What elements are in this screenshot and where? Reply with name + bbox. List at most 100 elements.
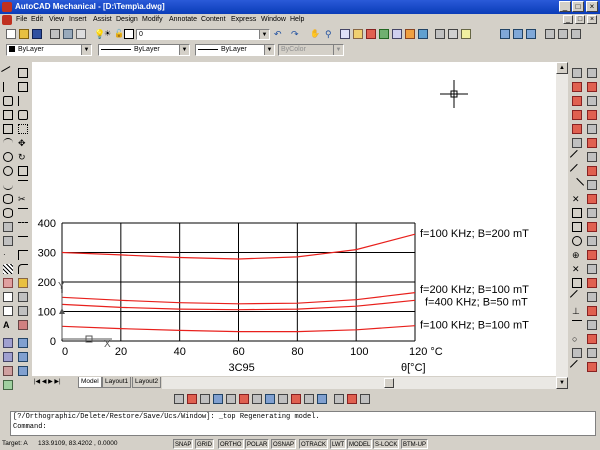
- dim-aligned-icon[interactable]: [572, 96, 582, 106]
- explode-icon[interactable]: [18, 278, 28, 288]
- calculator-icon[interactable]: [418, 29, 428, 39]
- menu-insert[interactable]: Insert: [69, 14, 87, 26]
- stretch-icon[interactable]: [18, 180, 28, 190]
- bottom-icon-9[interactable]: [278, 394, 288, 404]
- dim-diameter-icon[interactable]: [572, 124, 582, 134]
- bottom-icon-13[interactable]: [334, 394, 344, 404]
- close-button[interactable]: ×: [586, 1, 598, 12]
- menu-express[interactable]: Express: [231, 14, 256, 26]
- bottom-icon-3[interactable]: [200, 394, 210, 404]
- bottom-icon-14[interactable]: [347, 394, 357, 404]
- grid-toggle[interactable]: GRID: [195, 439, 214, 449]
- arc-icon[interactable]: [3, 138, 13, 148]
- ellipse-arc-icon[interactable]: [3, 208, 13, 218]
- vertical-scrollbar[interactable]: ▲ ▼: [556, 62, 568, 389]
- pan-realtime-icon[interactable]: ✋: [310, 29, 320, 39]
- mech-right-icon-21[interactable]: [587, 348, 597, 358]
- sun-icon[interactable]: ☀: [104, 29, 114, 39]
- quick-leader-icon[interactable]: [569, 163, 585, 179]
- polar-toggle[interactable]: POLAR: [245, 439, 270, 449]
- center-mark-icon[interactable]: ✕: [572, 194, 582, 204]
- menu-assist[interactable]: Assist: [93, 14, 112, 26]
- mech-modify-icon-5[interactable]: [18, 352, 28, 362]
- bottom-icon-11[interactable]: [304, 394, 314, 404]
- snap-icon-10[interactable]: ○: [572, 334, 582, 344]
- erase-icon[interactable]: [18, 68, 28, 78]
- menu-view[interactable]: View: [49, 14, 64, 26]
- scroll-down-icon[interactable]: ▼: [556, 377, 568, 389]
- polyline-icon[interactable]: [3, 96, 13, 106]
- mech-right-icon-1[interactable]: [587, 68, 597, 78]
- mech-modify-icon-4[interactable]: [18, 338, 28, 348]
- mech-right-icon-16[interactable]: [587, 278, 597, 288]
- mech-right-icon-15[interactable]: [587, 264, 597, 274]
- menu-window[interactable]: Window: [261, 14, 286, 26]
- new-file-icon[interactable]: [6, 29, 16, 39]
- offset-icon[interactable]: [18, 110, 28, 120]
- layout-icon-1[interactable]: [500, 29, 510, 39]
- otrack-toggle[interactable]: OTRACK: [299, 439, 329, 449]
- move-icon[interactable]: ✥: [18, 138, 28, 148]
- snap-icon-2[interactable]: [572, 222, 582, 232]
- polygon-icon[interactable]: [3, 110, 13, 120]
- markup-icon[interactable]: [405, 29, 415, 39]
- bottom-icon-2[interactable]: [187, 394, 197, 404]
- mech-right-icon-18[interactable]: [587, 306, 597, 316]
- redo-icon[interactable]: ↷: [291, 29, 301, 39]
- lightbulb-icon[interactable]: 💡: [94, 29, 105, 39]
- lineweight-dropdown[interactable]: ByLayer ▼: [195, 44, 275, 56]
- snap-icon-1[interactable]: [572, 208, 582, 218]
- dim-radius-icon[interactable]: [572, 110, 582, 120]
- point-icon[interactable]: ·: [3, 250, 13, 260]
- horizontal-scrollbar[interactable]: [162, 377, 556, 389]
- osnap-endpoint-icon[interactable]: [572, 68, 582, 78]
- menu-annotate[interactable]: Annotate: [169, 14, 197, 26]
- mech-right-icon-5[interactable]: [587, 124, 597, 134]
- help-icon[interactable]: [461, 29, 471, 39]
- mech-right-icon-13[interactable]: [587, 236, 597, 246]
- construction-line-icon[interactable]: [3, 82, 13, 92]
- mech-right-icon-19[interactable]: [587, 320, 597, 330]
- mech-right-icon-9[interactable]: [587, 180, 597, 190]
- mech-right-icon-7[interactable]: [587, 152, 597, 162]
- linetype-dropdown[interactable]: ByLayer ▼: [98, 44, 190, 56]
- command-window[interactable]: [?/Orthographic/Delete/Restore/Save/Ucs/…: [10, 411, 596, 436]
- mech-right-icon-17[interactable]: [587, 292, 597, 302]
- bottom-icon-5[interactable]: [226, 394, 236, 404]
- scroll-up-icon[interactable]: ▲: [556, 62, 568, 74]
- undo-icon[interactable]: ↶: [274, 29, 284, 39]
- chamfer-icon[interactable]: [18, 250, 28, 260]
- snap-icon-4[interactable]: ⊕: [572, 250, 582, 260]
- plotstyle-dropdown[interactable]: ByColor ▼: [278, 44, 344, 56]
- snap-icon-11[interactable]: [572, 348, 582, 358]
- zoom-window-icon[interactable]: [340, 29, 350, 39]
- join-icon[interactable]: [18, 236, 28, 246]
- fillet-icon[interactable]: [18, 264, 28, 274]
- mech-icon-2[interactable]: [3, 352, 13, 362]
- mech-right-icon-20[interactable]: [587, 334, 597, 344]
- mech-right-icon-4[interactable]: [587, 110, 597, 120]
- menu-help[interactable]: Help: [290, 14, 304, 26]
- tool-palette-icon[interactable]: [379, 29, 389, 39]
- menu-modify[interactable]: Modify: [142, 14, 163, 26]
- mech-right-icon-8[interactable]: [587, 166, 597, 176]
- designcenter-icon[interactable]: [353, 29, 363, 39]
- slock-toggle[interactable]: S-LOCK: [373, 439, 400, 449]
- doc-close-button[interactable]: ×: [587, 15, 597, 24]
- mech-right-icon-14[interactable]: [587, 250, 597, 260]
- snap-icon-3[interactable]: [572, 236, 582, 246]
- preview-icon[interactable]: [63, 29, 73, 39]
- btmup-toggle[interactable]: BTM-UP: [401, 439, 428, 449]
- copy-icon[interactable]: [18, 82, 28, 92]
- region-icon[interactable]: [3, 292, 13, 302]
- menu-content[interactable]: Content: [201, 14, 226, 26]
- mech-modify-icon-6[interactable]: [18, 366, 28, 376]
- drawing-canvas[interactable]: 0 20 40 60 80 100 120 °C 0 100 200 300 400 f=100 KHz…: [32, 62, 556, 376]
- mech-modify-icon-3[interactable]: [18, 320, 28, 330]
- break-icon[interactable]: [18, 222, 28, 232]
- mech-right-icon-3[interactable]: [587, 96, 597, 106]
- bottom-icon-8[interactable]: [265, 394, 275, 404]
- layout-icon-2[interactable]: [513, 29, 523, 39]
- mech-icon-4[interactable]: [3, 380, 13, 390]
- snap-icon-7[interactable]: [569, 289, 585, 305]
